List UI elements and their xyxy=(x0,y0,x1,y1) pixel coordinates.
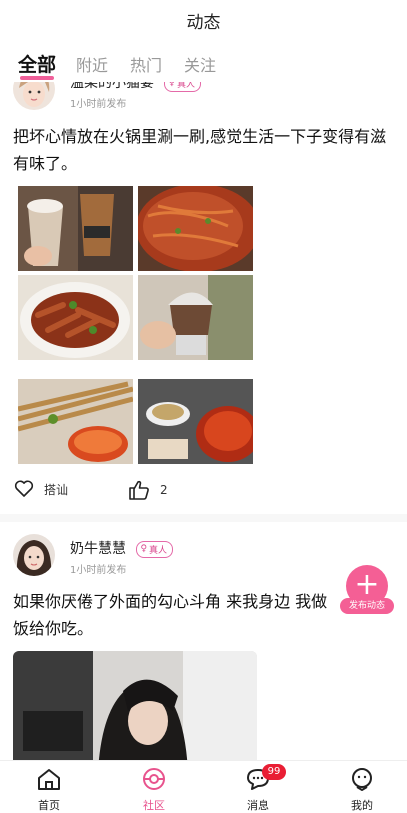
feed-tabs: 全部 附近 热门 关注 xyxy=(0,46,407,82)
like-button[interactable]: 2 xyxy=(128,480,168,500)
nav-home-label: 首页 xyxy=(38,799,60,812)
skewers-photo[interactable] xyxy=(18,379,133,464)
home-icon xyxy=(38,769,60,790)
verified-badge: ♀ 真人 xyxy=(136,540,174,558)
heart-icon xyxy=(14,480,34,497)
hotpot-photo[interactable] xyxy=(138,379,253,464)
like-count: 2 xyxy=(160,483,168,497)
unread-badge: 99 xyxy=(262,764,286,780)
nav-messages[interactable]: 99 消息 xyxy=(228,764,288,813)
chicken-feet-photo[interactable] xyxy=(18,275,133,360)
post-text: 如果你厌倦了外面的勾心斗角 来我身边 我做饭给你吃。 xyxy=(13,592,328,638)
person-badge-icon: ♀ xyxy=(140,544,148,554)
badge-text: 真人 xyxy=(149,545,168,556)
post-text: 把坏心情放在火锅里涮一刷,感觉生活一下子变得有滋有味了。 xyxy=(13,127,387,173)
nav-community[interactable]: 社区 xyxy=(124,767,184,813)
publish-post-button[interactable]: + 发布动态 xyxy=(340,565,394,614)
active-tab-indicator xyxy=(20,76,54,80)
ice-cream-photo[interactable] xyxy=(138,275,253,360)
avatar[interactable] xyxy=(13,82,55,110)
post-actions: 搭讪 2 xyxy=(0,480,407,506)
tab-follow[interactable]: 关注 xyxy=(184,52,216,76)
feed-list[interactable]: 温柔的小猫宴 ♀ 真人 1小时前发布 把坏心情放在火锅里涮一刷,感觉生活一下子变得… xyxy=(0,82,407,760)
nav-messages-label: 消息 xyxy=(247,799,269,812)
username[interactable]: 奶牛慧慧 ♀ 真人 xyxy=(70,538,174,558)
chat-up-label: 搭讪 xyxy=(44,482,69,497)
page-title: 动态 xyxy=(186,12,221,33)
community-icon xyxy=(143,768,165,790)
avatar[interactable] xyxy=(13,534,55,576)
post-divider xyxy=(0,514,407,522)
nav-profile-label: 我的 xyxy=(351,799,373,812)
person-badge-icon: ♀ xyxy=(168,82,176,88)
nav-community-label: 社区 xyxy=(143,799,165,812)
username-text: 温柔的小猫宴 xyxy=(70,82,154,91)
tab-all[interactable]: 全部 xyxy=(18,50,56,77)
girl-portrait-photo[interactable] xyxy=(13,651,257,760)
chat-up-button[interactable]: 搭讪 xyxy=(14,480,68,498)
username[interactable]: 温柔的小猫宴 ♀ 真人 xyxy=(70,82,202,92)
username-text: 奶牛慧慧 xyxy=(70,541,126,557)
thumbs-up-icon xyxy=(129,480,149,500)
nav-home[interactable]: 首页 xyxy=(19,767,79,813)
post-time: 1小时前发布 xyxy=(70,565,127,576)
spicy-noodles-photo[interactable] xyxy=(138,186,253,271)
publish-post-label: 发布动态 xyxy=(340,598,394,614)
top-bar: 动态 xyxy=(0,0,407,40)
verified-badge: ♀ 真人 xyxy=(164,82,202,92)
tab-hot[interactable]: 热门 xyxy=(130,52,162,76)
profile-icon xyxy=(352,768,372,792)
bottom-nav: 首页 社区 99 消息 我的 xyxy=(0,760,407,812)
badge-text: 真人 xyxy=(177,82,196,90)
post-time: 1小时前发布 xyxy=(70,99,127,110)
tab-nearby[interactable]: 附近 xyxy=(76,52,108,76)
nav-profile[interactable]: 我的 xyxy=(332,767,392,813)
bubble-tea-photo[interactable] xyxy=(18,186,133,271)
